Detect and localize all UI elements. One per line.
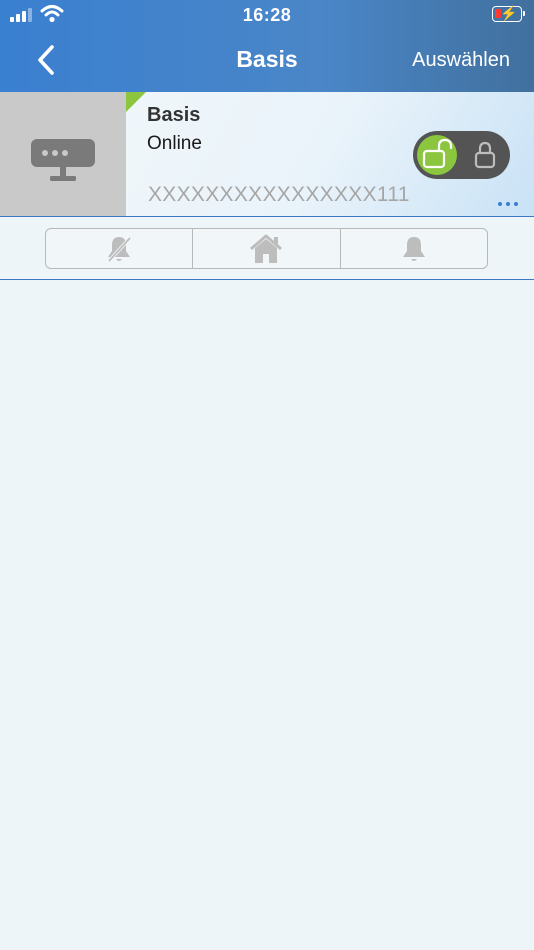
lock-toggle[interactable] — [413, 131, 510, 179]
security-mode-bar — [45, 228, 488, 269]
mode-arm-button[interactable] — [339, 229, 487, 268]
select-button[interactable]: Auswählen — [412, 49, 510, 72]
alarm-off-icon — [107, 236, 132, 262]
status-time: 16:28 — [242, 5, 292, 25]
device-card[interactable]: Basis Online XXXXXXXXXXXXXXXX111 — [0, 92, 534, 217]
online-indicator — [126, 92, 146, 112]
unlock-icon — [422, 138, 453, 169]
device-status: Online — [147, 133, 202, 154]
lock-icon — [474, 141, 496, 169]
content-area — [0, 280, 534, 950]
battery-icon: ⚡ — [492, 5, 525, 22]
alarm-on-icon — [402, 236, 425, 261]
more-options-button[interactable] — [494, 196, 524, 210]
app-header: 16:28 ⚡ Basis Auswählen — [0, 0, 534, 92]
device-id: XXXXXXXXXXXXXXXX111 — [148, 183, 410, 206]
device-thumbnail — [0, 92, 126, 216]
mode-home-button[interactable] — [192, 229, 339, 268]
base-station-icon — [31, 139, 95, 181]
status-bar: 16:28 ⚡ — [0, 0, 534, 30]
mode-disarm-button[interactable] — [46, 229, 192, 268]
nav-bar: Basis Auswählen — [0, 30, 534, 92]
lock-open-knob — [417, 135, 457, 175]
home-icon — [250, 234, 283, 263]
device-name: Basis — [147, 104, 201, 126]
